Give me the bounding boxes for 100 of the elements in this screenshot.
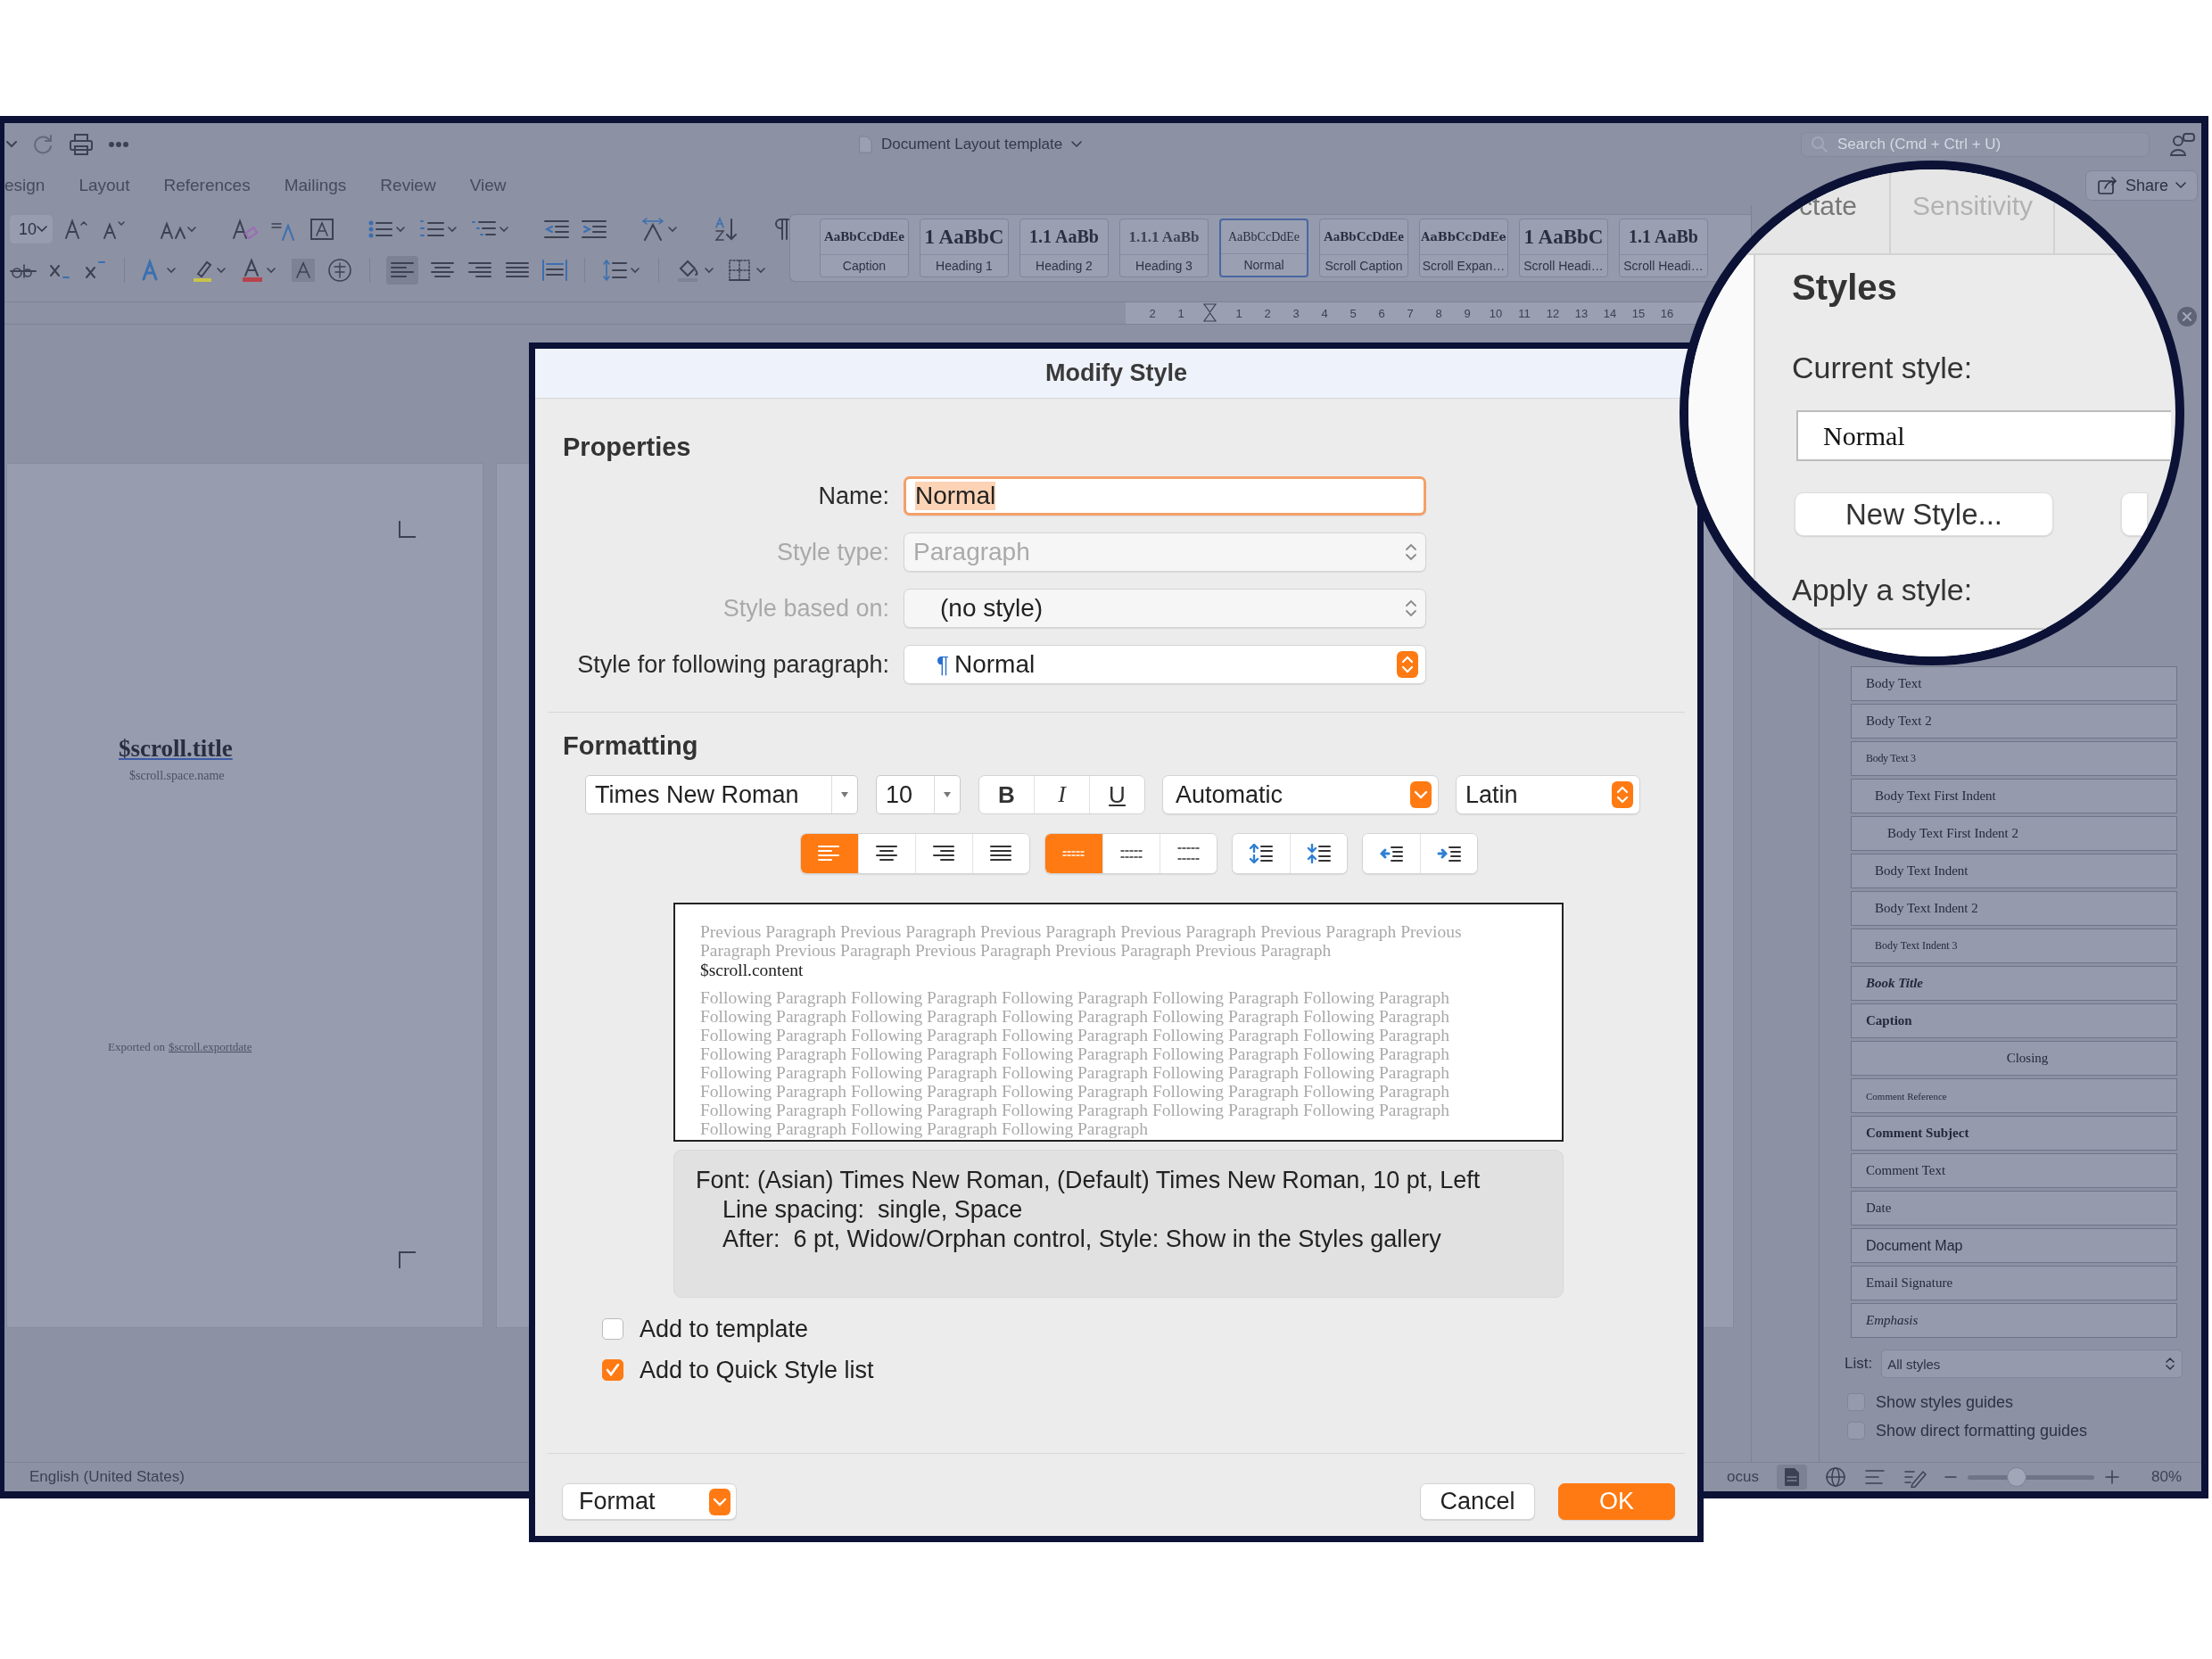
print-layout-icon[interactable]: [1783, 1467, 1800, 1487]
style-description: Font: (Asian) Times New Roman, (Default) Times New Roman, 10 pt, Left Line spacing: single, Space After: 6 pt, Widow/Orphan control, Style: Show in the Styles gallery: [673, 1150, 1564, 1298]
style-gallery-item[interactable]: AaBbCcDdEe Normal: [1219, 219, 1308, 277]
borders-icon[interactable]: [727, 258, 768, 283]
character-shading-icon[interactable]: [291, 258, 316, 283]
new-style-button[interactable]: New Style...: [1795, 492, 2053, 536]
font-size-field[interactable]: 10: [10, 215, 54, 243]
text-field[interactable]: Normal: [904, 476, 1426, 516]
one-half-spacing-button[interactable]: [1102, 834, 1160, 873]
style-item[interactable]: Closing: [1851, 1041, 2177, 1076]
cancel-button[interactable]: Cancel: [1420, 1483, 1535, 1520]
style-item[interactable]: Body Text First Indent: [1851, 779, 2177, 813]
style-gallery-item[interactable]: AaBbCcDdEe Scroll Caption: [1319, 219, 1408, 277]
previous-paragraph-text: Previous Paragraph Previous Paragraph Previous Paragraph Previous Paragraph Previous Paragraph Previous Paragraph Previous Paragraph Previous Paragraph Previous Paragraph Previous Paragraph: [700, 922, 1463, 960]
style-item[interactable]: Comment Reference: [1851, 1078, 2177, 1113]
focus-button[interactable]: ocus: [1727, 1468, 1759, 1486]
style-item[interactable]: Body Text First Indent 2: [1851, 816, 2177, 851]
stepper-icon: [1400, 655, 1415, 674]
font-dropdown[interactable]: Times New Roman: [585, 775, 858, 814]
bold-button[interactable]: B: [979, 776, 1035, 813]
chevron-icon[interactable]: [1071, 140, 1083, 149]
style-item[interactable]: Body Text 3: [1851, 741, 2177, 776]
style-gallery-item[interactable]: AaBbCcDdEe Caption: [820, 219, 909, 277]
style-item[interactable]: Comment Subject: [1851, 1116, 2177, 1151]
field-label: Style type:: [775, 538, 889, 566]
outline-icon[interactable]: [1863, 1468, 1886, 1486]
language-status[interactable]: English (United States): [4, 1468, 185, 1486]
style-item[interactable]: Emphasis: [1851, 1303, 2177, 1338]
style-item[interactable]: Body Text 2: [1851, 704, 2177, 739]
slider-thumb[interactable]: [2007, 1467, 2027, 1487]
zoom-in-icon[interactable]: [2104, 1470, 2119, 1484]
color-dropdown[interactable]: Automatic: [1162, 775, 1439, 814]
share-button[interactable]: Share: [2084, 170, 2198, 201]
justify-button[interactable]: [972, 834, 1029, 873]
close-icon[interactable]: [2177, 307, 2197, 326]
check-icon: [606, 1363, 620, 1377]
style-gallery-item[interactable]: 1.1 AaBb Heading 2: [1019, 219, 1109, 277]
web-layout-icon[interactable]: [1824, 1466, 1846, 1488]
decrease-indent-button[interactable]: [1363, 834, 1420, 873]
list-label: List:: [1845, 1355, 1873, 1373]
field-label: Name:: [817, 482, 889, 510]
ribbon-tab[interactable]: esign: [4, 176, 45, 195]
list-dropdown[interactable]: All styles: [1881, 1349, 2183, 1378]
line-spacing-icon[interactable]: [601, 258, 642, 283]
align-right-button[interactable]: [915, 834, 972, 873]
increase-indent-button[interactable]: [1420, 834, 1477, 873]
style-gallery-item[interactable]: 1 AaBbC Scroll Headi…: [1519, 219, 1608, 277]
chevron-icon: [2175, 181, 2186, 190]
style-gallery-item[interactable]: 1.1.1 AaBb Heading 3: [1119, 219, 1209, 277]
popup-button[interactable]: ¶ Normal: [904, 645, 1426, 684]
italic-button[interactable]: I: [1035, 776, 1090, 813]
double-spacing-button[interactable]: [1160, 834, 1217, 873]
style-item[interactable]: Comment Text: [1851, 1153, 2177, 1188]
people-icon[interactable]: [2169, 132, 2196, 157]
align-left-icon[interactable]: [386, 256, 418, 285]
pane-button[interactable]: [2121, 492, 2148, 536]
clear-formatting-icon[interactable]: [231, 217, 260, 242]
style-item[interactable]: Body Text Indent 3: [1851, 929, 2177, 963]
style-gallery-item[interactable]: AaBbCcDdEe Scroll Expan…: [1419, 219, 1508, 277]
style-item[interactable]: Body Text: [1851, 666, 2177, 701]
ribbon-tab[interactable]: References: [163, 176, 251, 195]
zoom-level[interactable]: 80%: [2150, 1468, 2182, 1486]
space-after-button[interactable]: [1290, 834, 1347, 873]
style-item[interactable]: Document Map: [1851, 1228, 2177, 1263]
style-item[interactable]: Body Text Indent 2: [1851, 891, 2177, 926]
underline-button[interactable]: U: [1090, 776, 1144, 813]
style-item[interactable]: Email Signature: [1851, 1266, 2177, 1300]
footer-link[interactable]: $scroll.exportdate: [168, 1040, 252, 1053]
script-dropdown[interactable]: Latin: [1456, 775, 1640, 814]
align-center-button[interactable]: [858, 834, 915, 873]
format-button[interactable]: Format: [562, 1483, 737, 1520]
decrease-indent-icon: [1379, 844, 1404, 863]
style-gallery-item[interactable]: 1.1 AaBb Scroll Headi…: [1619, 219, 1708, 277]
text-box-icon[interactable]: [310, 217, 335, 242]
style-gallery-item[interactable]: 1 AaBbC Heading 1: [920, 219, 1009, 277]
more-icon[interactable]: [108, 141, 129, 148]
section-heading: Formatting: [563, 730, 699, 762]
section-heading: Properties: [563, 432, 692, 463]
checkbox[interactable]: [602, 1359, 623, 1381]
ribbon-tab[interactable]: View: [469, 176, 507, 195]
redo-icon[interactable]: [31, 133, 54, 156]
ribbon-tab[interactable]: Layout: [78, 176, 130, 195]
checkbox[interactable]: [602, 1318, 623, 1340]
window-title: Document Layout template: [881, 136, 1063, 153]
ribbon-tab[interactable]: Mailings: [284, 176, 347, 195]
zoom-slider[interactable]: [1967, 1467, 2094, 1487]
space-before-button[interactable]: [1233, 834, 1290, 873]
style-item[interactable]: Body Text Indent: [1851, 854, 2177, 888]
stepper-icon: [1404, 541, 1418, 563]
distributed-icon[interactable]: [541, 258, 568, 283]
enclose-characters-icon[interactable]: [326, 258, 353, 283]
following-paragraph-text: Following Paragraph Following Paragraph Following Paragraph Following Paragraph Following Paragraph Following Paragraph Following Paragraph Following Paragraph Following Paragraph Following Paragraph Following Paragraph Following Paragraph Following Paragraph Following Paragraph Following Paragraph Following Paragraph Following Paragraph Following Paragraph Following Paragraph Following Paragraph Following Paragraph Following Paragraph Following Paragraph Following Paragraph Following Paragraph Following Paragraph Following Paragraph Following Paragraph Following Paragraph Following Paragraph Following Paragraph Following Paragraph Following Paragraph Following Paragraph Following Paragraph Following Paragraph Following Paragraph Following Paragraph: [700, 988, 1450, 1138]
one-half-spacing-icon: [1118, 848, 1144, 859]
print-icon[interactable]: [69, 133, 94, 156]
style-item[interactable]: Caption: [1851, 1003, 2177, 1038]
size-dropdown[interactable]: 10: [876, 775, 961, 814]
style-item[interactable]: Date: [1851, 1191, 2177, 1226]
ribbon-tab[interactable]: Review: [380, 176, 436, 195]
shading-icon[interactable]: [675, 258, 716, 283]
style-item[interactable]: Book Title: [1851, 966, 2177, 1001]
